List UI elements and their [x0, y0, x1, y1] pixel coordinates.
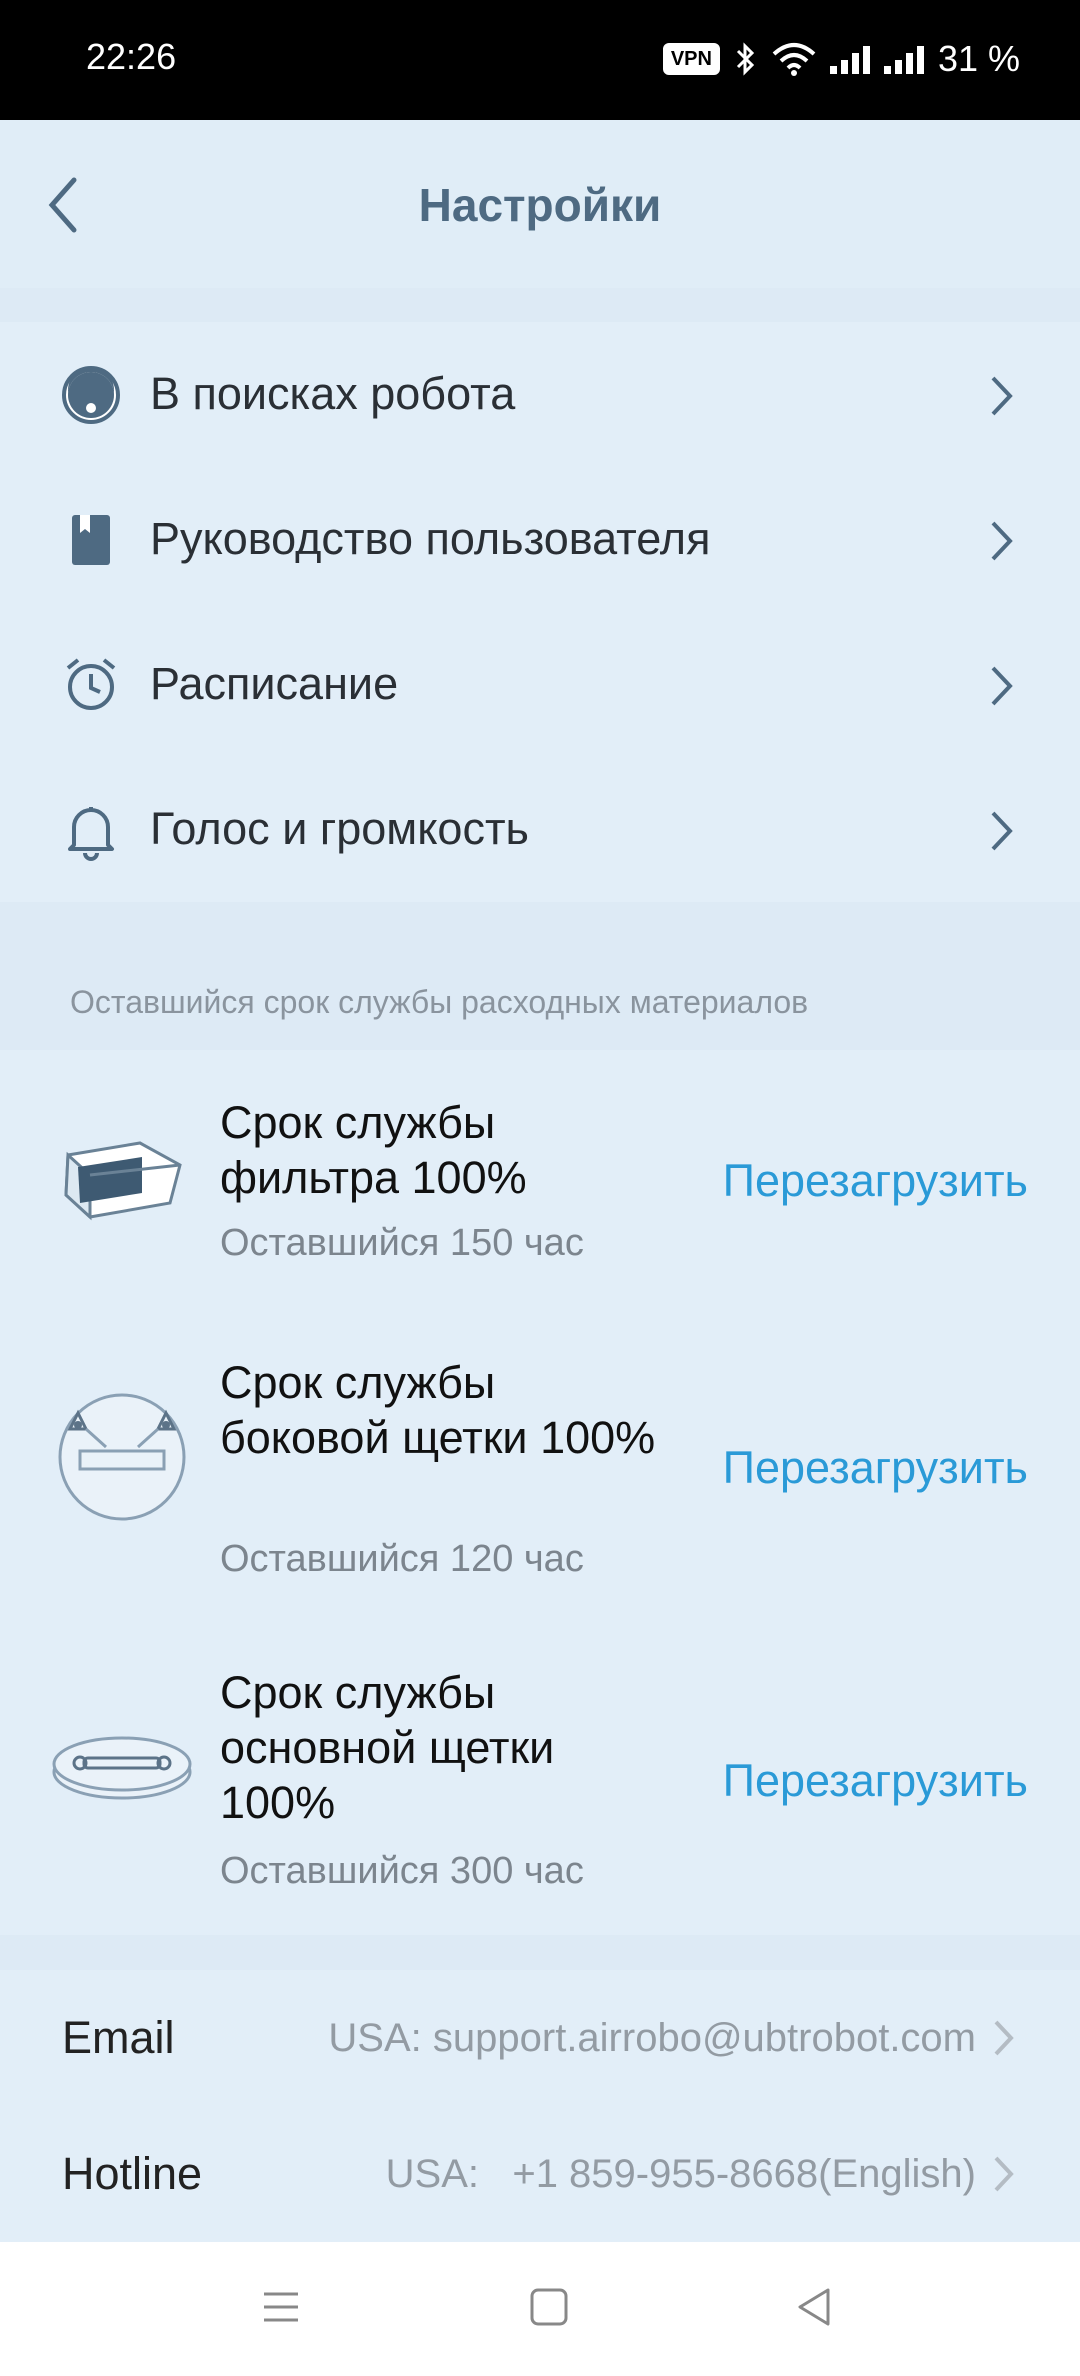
reset-main-brush-button[interactable]: Перезагрузить — [723, 1755, 1028, 1807]
chevron-right-icon — [991, 521, 1013, 561]
book-icon — [72, 515, 110, 565]
app-header: Настройки — [0, 120, 1080, 288]
consumable-remaining: Оставшийся 120 час — [220, 1538, 584, 1580]
menu-item-schedule[interactable]: Расписание — [0, 612, 1080, 757]
menu-item-voice-volume[interactable]: Голос и громкость — [0, 757, 1080, 902]
back-triangle-icon[interactable] — [790, 2282, 840, 2332]
status-bar: 22:26 VPN 31 % — [0, 0, 1080, 120]
signal-icon-2 — [883, 44, 924, 74]
contact-value: USA: support.airrobo@ubtrobot.com — [328, 2016, 976, 2060]
chevron-right-icon — [994, 2156, 1014, 2192]
bell-icon — [68, 807, 114, 861]
consumable-filter: Срок службы фильтра 100% Оставшийся 150 … — [0, 1050, 1080, 1320]
home-icon[interactable] — [524, 2282, 574, 2332]
main-brush-icon — [52, 1736, 192, 1800]
menu-item-user-manual[interactable]: Руководство пользователя — [0, 467, 1080, 612]
consumable-name: Срок службы основной щетки 100% — [220, 1667, 555, 1828]
side-brush-icon — [58, 1393, 186, 1521]
contacts-list: Email USA: support.airrobo@ubtrobot.com … — [0, 1970, 1080, 2242]
page-title: Настройки — [418, 179, 662, 231]
vpn-icon: VPN — [662, 43, 720, 75]
robot-icon — [62, 366, 120, 424]
menu-item-label: Расписание — [150, 658, 399, 709]
battery-text: 31 % — [937, 38, 1020, 79]
chevron-right-icon — [991, 811, 1013, 851]
contact-key: Email — [62, 2012, 175, 2063]
menu-item-label: Руководство пользователя — [150, 513, 711, 564]
settings-menu: В поисках робота Руководство пользовател… — [0, 322, 1080, 902]
reset-side-brush-button[interactable]: Перезагрузить — [723, 1442, 1028, 1494]
status-time: 22:26 — [86, 36, 177, 77]
signal-icon — [829, 44, 870, 74]
status-icons: VPN 31 % — [662, 34, 1020, 84]
chevron-right-icon — [994, 2020, 1014, 2056]
chevron-right-icon — [991, 666, 1013, 706]
consumable-remaining: Оставшийся 150 час — [220, 1222, 584, 1264]
consumable-remaining: Оставшийся 300 час — [220, 1850, 584, 1892]
wifi-icon — [772, 43, 816, 76]
filter-icon — [64, 1141, 182, 1221]
consumable-side-brush: Срок службы боковой щетки 100% Оставшийс… — [0, 1320, 1080, 1635]
contact-value: USA: +1 859-955-8668(English) — [385, 2152, 976, 2196]
menu-item-label: В поисках робота — [150, 368, 516, 419]
bluetooth-icon — [736, 42, 755, 76]
reset-filter-button[interactable]: Перезагрузить — [723, 1155, 1028, 1207]
contact-hotline[interactable]: Hotline USA: +1 859-955-8668(English) — [0, 2106, 1080, 2242]
consumables-list: Срок службы фильтра 100% Оставшийся 150 … — [0, 1050, 1080, 1935]
consumables-section-title: Оставшийся срок службы расходных материа… — [70, 984, 809, 1020]
menu-item-label: Голос и громкость — [150, 803, 530, 854]
menu-item-find-robot[interactable]: В поисках робота — [0, 322, 1080, 467]
chevron-right-icon — [991, 376, 1013, 416]
consumable-name: Срок службы боковой щетки 100% — [220, 1357, 656, 1463]
contact-key: Hotline — [62, 2148, 203, 2199]
menu-icon[interactable] — [256, 2282, 306, 2332]
consumable-name: Срок службы фильтра 100% — [220, 1097, 527, 1203]
alarm-clock-icon — [66, 658, 116, 710]
consumable-main-brush: Срок службы основной щетки 100% Оставший… — [0, 1635, 1080, 1935]
system-nav-bar — [0, 2242, 1080, 2376]
contact-email[interactable]: Email USA: support.airrobo@ubtrobot.com — [0, 1970, 1080, 2106]
